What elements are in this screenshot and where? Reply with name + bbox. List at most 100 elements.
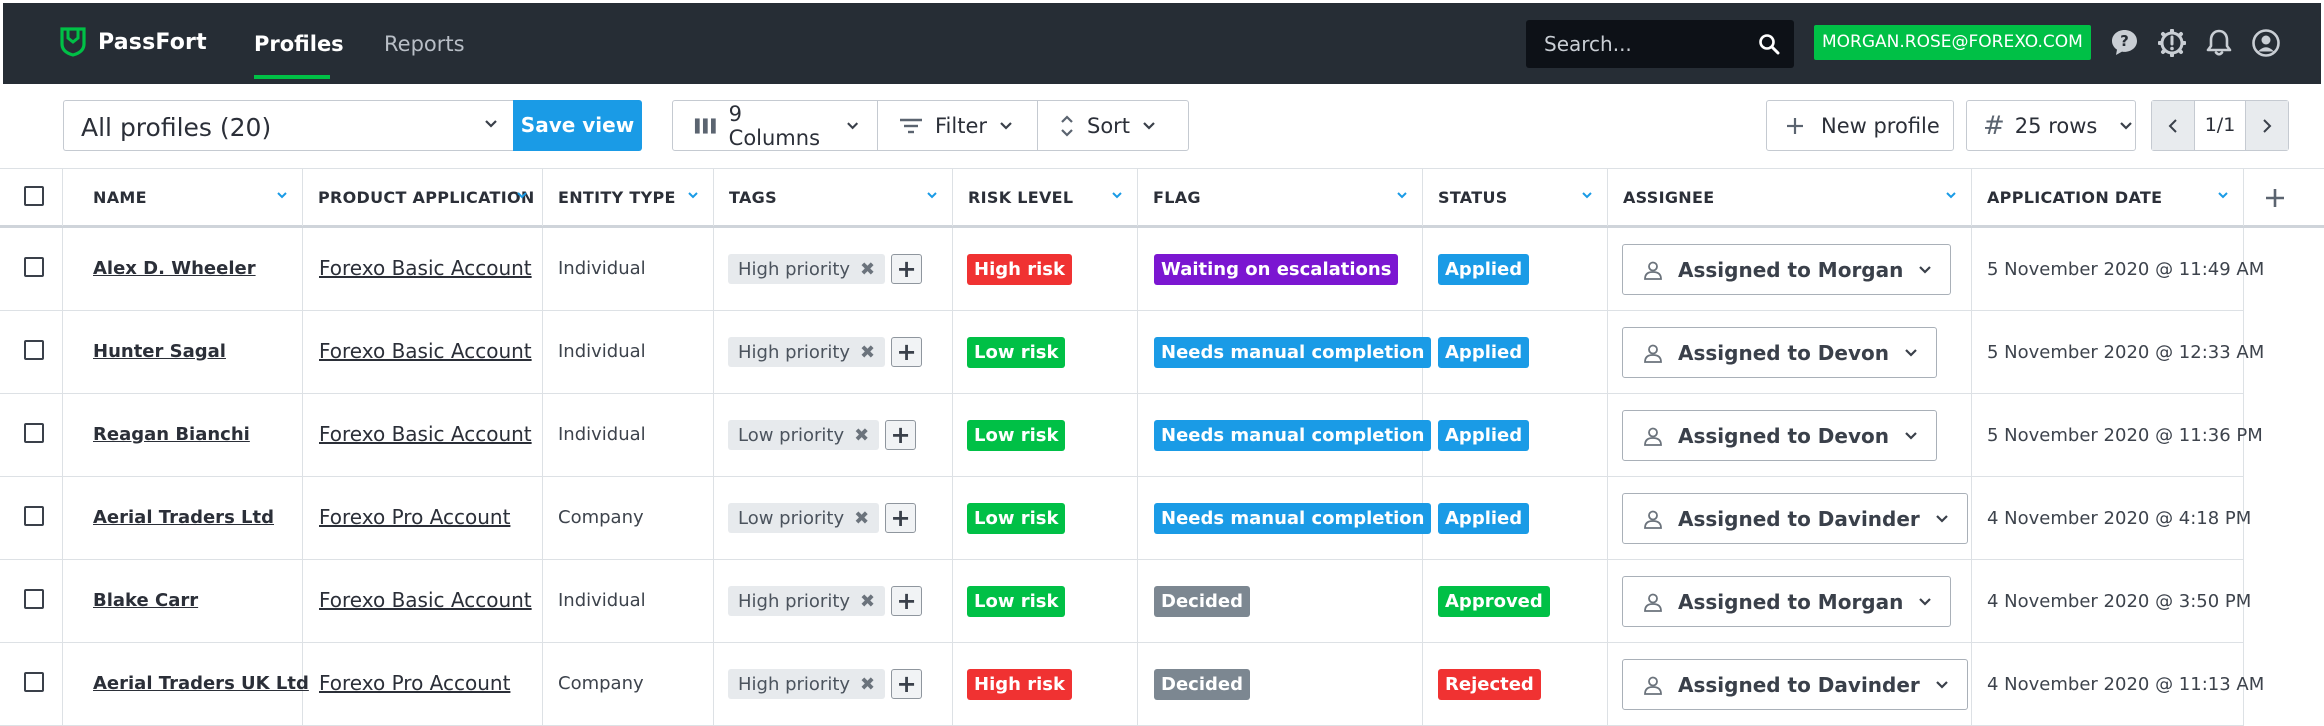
row-select-cell bbox=[0, 560, 63, 642]
product-application-link[interactable]: Forexo Basic Account bbox=[319, 256, 532, 280]
rows-per-page-select[interactable]: # 25 rows bbox=[1966, 100, 2136, 151]
assignee-dropdown[interactable]: Assigned to Morgan bbox=[1622, 244, 1952, 295]
search-input[interactable] bbox=[1526, 20, 1751, 68]
row-checkbox[interactable] bbox=[24, 257, 44, 277]
columns-button[interactable]: 9 Columns bbox=[673, 101, 878, 150]
column-header-name[interactable]: NAME bbox=[63, 169, 303, 226]
filter-button[interactable]: Filter bbox=[878, 101, 1038, 150]
assignee-dropdown[interactable]: Assigned to Morgan bbox=[1622, 576, 1952, 627]
profile-name-link[interactable]: Alex D. Wheeler bbox=[93, 258, 256, 279]
profile-name-link[interactable]: Blake Carr bbox=[93, 590, 198, 611]
user-account-email[interactable]: MORGAN.ROSE@FOREXO.COM bbox=[1814, 25, 2091, 60]
table-row[interactable]: Aerial Traders UK Ltd Forexo Pro Account… bbox=[0, 643, 2264, 726]
alert-gear-icon[interactable] bbox=[2158, 29, 2186, 57]
row-select-cell bbox=[0, 643, 63, 725]
shield-logo-icon bbox=[60, 27, 86, 57]
table-row[interactable]: Hunter Sagal Forexo Basic Account Indivi… bbox=[0, 311, 2264, 394]
chevron-down-icon bbox=[485, 120, 497, 128]
row-checkbox[interactable] bbox=[24, 589, 44, 609]
next-page-button[interactable] bbox=[2246, 101, 2288, 150]
profile-name-link[interactable]: Aerial Traders Ltd bbox=[93, 507, 274, 528]
top-navigation-bar: PassFort Profiles Reports MORGAN.ROSE@FO… bbox=[3, 3, 2321, 84]
tag-label: Low priority bbox=[738, 507, 845, 529]
column-header-flag[interactable]: FLAG bbox=[1138, 169, 1423, 226]
chevron-down-icon[interactable] bbox=[687, 191, 699, 200]
row-select-cell bbox=[0, 228, 63, 310]
profile-name-link[interactable]: Hunter Sagal bbox=[93, 341, 226, 362]
add-tag-button[interactable]: + bbox=[891, 586, 922, 616]
add-tag-button[interactable]: + bbox=[891, 337, 922, 367]
product-application-link[interactable]: Forexo Basic Account bbox=[319, 588, 532, 612]
search-icon[interactable] bbox=[1758, 33, 1780, 55]
filter-icon bbox=[900, 118, 922, 133]
assignee-dropdown[interactable]: Assigned to Davinder bbox=[1622, 659, 1968, 710]
add-tag-button[interactable]: + bbox=[891, 254, 922, 284]
remove-tag-icon[interactable]: ✖ bbox=[860, 674, 875, 695]
remove-tag-icon[interactable]: ✖ bbox=[860, 591, 875, 612]
row-checkbox[interactable] bbox=[24, 423, 44, 443]
chevron-down-icon[interactable] bbox=[1581, 191, 1593, 200]
add-tag-button[interactable]: + bbox=[891, 669, 922, 699]
column-header-assignee[interactable]: ASSIGNEE bbox=[1608, 169, 1972, 226]
add-column-icon[interactable] bbox=[2265, 188, 2285, 208]
row-checkbox[interactable] bbox=[24, 506, 44, 526]
nav-profiles[interactable]: Profiles bbox=[254, 32, 344, 56]
saved-view-select[interactable]: All profiles (20) bbox=[63, 100, 515, 151]
assignee-cell: Assigned to Morgan bbox=[1608, 228, 1972, 310]
column-header-tags[interactable]: TAGS bbox=[714, 169, 953, 226]
product-application-link[interactable]: Forexo Basic Account bbox=[319, 339, 532, 363]
remove-tag-icon[interactable]: ✖ bbox=[854, 508, 869, 529]
assignee-dropdown[interactable]: Assigned to Devon bbox=[1622, 327, 1937, 378]
add-tag-button[interactable]: + bbox=[885, 420, 916, 450]
nav-reports[interactable]: Reports bbox=[384, 32, 465, 56]
application-date-text: 5 November 2020 @ 11:36 PM bbox=[1987, 425, 2263, 446]
table-row[interactable]: Blake Carr Forexo Basic Account Individu… bbox=[0, 560, 2251, 643]
remove-tag-icon[interactable]: ✖ bbox=[860, 342, 875, 363]
select-all-checkbox[interactable] bbox=[24, 186, 44, 206]
status-cell: Applied bbox=[1423, 477, 1608, 559]
product-application-link[interactable]: Forexo Pro Account bbox=[319, 671, 510, 695]
new-profile-button[interactable]: New profile bbox=[1766, 100, 1954, 151]
chevron-down-icon[interactable] bbox=[516, 191, 528, 200]
sort-button[interactable]: Sort bbox=[1038, 101, 1188, 150]
assignee-label: Assigned to Morgan bbox=[1678, 257, 1904, 282]
help-icon[interactable]: ? bbox=[2111, 29, 2138, 56]
previous-page-button[interactable] bbox=[2152, 101, 2194, 150]
remove-tag-icon[interactable]: ✖ bbox=[860, 259, 875, 280]
entity-type-text: Individual bbox=[558, 258, 646, 279]
risk-level-badge: Low risk bbox=[967, 420, 1066, 451]
application-date-text: 4 November 2020 @ 3:50 PM bbox=[1987, 591, 2252, 612]
chevron-down-icon[interactable] bbox=[2217, 191, 2229, 200]
row-select-cell bbox=[0, 394, 63, 476]
brand-logo[interactable]: PassFort bbox=[60, 27, 207, 57]
column-header-risk-level[interactable]: RISK LEVEL bbox=[953, 169, 1138, 226]
table-row[interactable]: Reagan Bianchi Forexo Basic Account Indi… bbox=[0, 394, 2263, 477]
bell-icon[interactable] bbox=[2206, 29, 2232, 57]
user-circle-icon[interactable] bbox=[2252, 29, 2280, 57]
chevron-down-icon[interactable] bbox=[276, 191, 288, 200]
assignee-dropdown[interactable]: Assigned to Devon bbox=[1622, 410, 1937, 461]
product-application-link[interactable]: Forexo Basic Account bbox=[319, 422, 532, 446]
column-header-entity-type[interactable]: ENTITY TYPE bbox=[543, 169, 714, 226]
product-application-link[interactable]: Forexo Pro Account bbox=[319, 505, 510, 529]
product-cell: Forexo Basic Account bbox=[303, 560, 543, 642]
column-header-status[interactable]: STATUS bbox=[1423, 169, 1608, 226]
chevron-down-icon[interactable] bbox=[1396, 191, 1408, 200]
assignee-dropdown[interactable]: Assigned to Davinder bbox=[1622, 493, 1968, 544]
remove-tag-icon[interactable]: ✖ bbox=[854, 425, 869, 446]
chevron-down-icon[interactable] bbox=[926, 191, 938, 200]
profile-name-link[interactable]: Reagan Bianchi bbox=[93, 424, 250, 445]
chevron-down-icon[interactable] bbox=[1945, 191, 1957, 200]
save-view-button[interactable]: Save view bbox=[513, 100, 642, 151]
table-row[interactable]: Aerial Traders Ltd Forexo Pro Account Co… bbox=[0, 477, 2251, 560]
column-header-product-application[interactable]: PRODUCT APPLICATION bbox=[303, 169, 543, 226]
column-header-application-date[interactable]: APPLICATION DATE bbox=[1972, 169, 2244, 226]
tag-label: High priority bbox=[738, 590, 851, 612]
chevron-down-icon[interactable] bbox=[1111, 191, 1123, 200]
status-badge: Applied bbox=[1438, 503, 1530, 534]
row-checkbox[interactable] bbox=[24, 340, 44, 360]
table-row[interactable]: Alex D. Wheeler Forexo Basic Account Ind… bbox=[0, 228, 2264, 311]
profile-name-link[interactable]: Aerial Traders UK Ltd bbox=[93, 673, 309, 694]
row-checkbox[interactable] bbox=[24, 672, 44, 692]
add-tag-button[interactable]: + bbox=[885, 503, 916, 533]
